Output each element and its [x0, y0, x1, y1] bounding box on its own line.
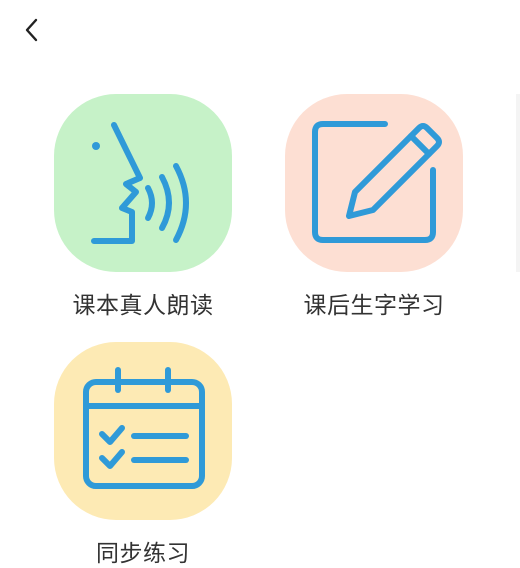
tile-label: 同步练习	[96, 541, 190, 567]
tile-label: 课本真人朗读	[72, 293, 214, 319]
calendar-checklist-icon	[83, 367, 205, 489]
chevron-left-icon	[25, 18, 38, 42]
pencil-edit-icon	[312, 121, 442, 243]
tile-icon-bg-writing	[285, 94, 463, 272]
tile-textbook-reading[interactable]: 课本真人朗读	[53, 94, 233, 320]
tile-icon-bg-reading	[54, 94, 232, 272]
next-page-edge	[516, 94, 520, 272]
tile-vocabulary-learning[interactable]: 课后生字学习	[284, 94, 464, 320]
tile-label: 课后生字学习	[303, 293, 445, 319]
tile-sync-practice[interactable]: 同步练习	[53, 342, 233, 568]
speaking-head-icon	[91, 122, 189, 244]
tile-icon-bg-practice	[54, 342, 232, 520]
back-button[interactable]	[14, 12, 50, 48]
